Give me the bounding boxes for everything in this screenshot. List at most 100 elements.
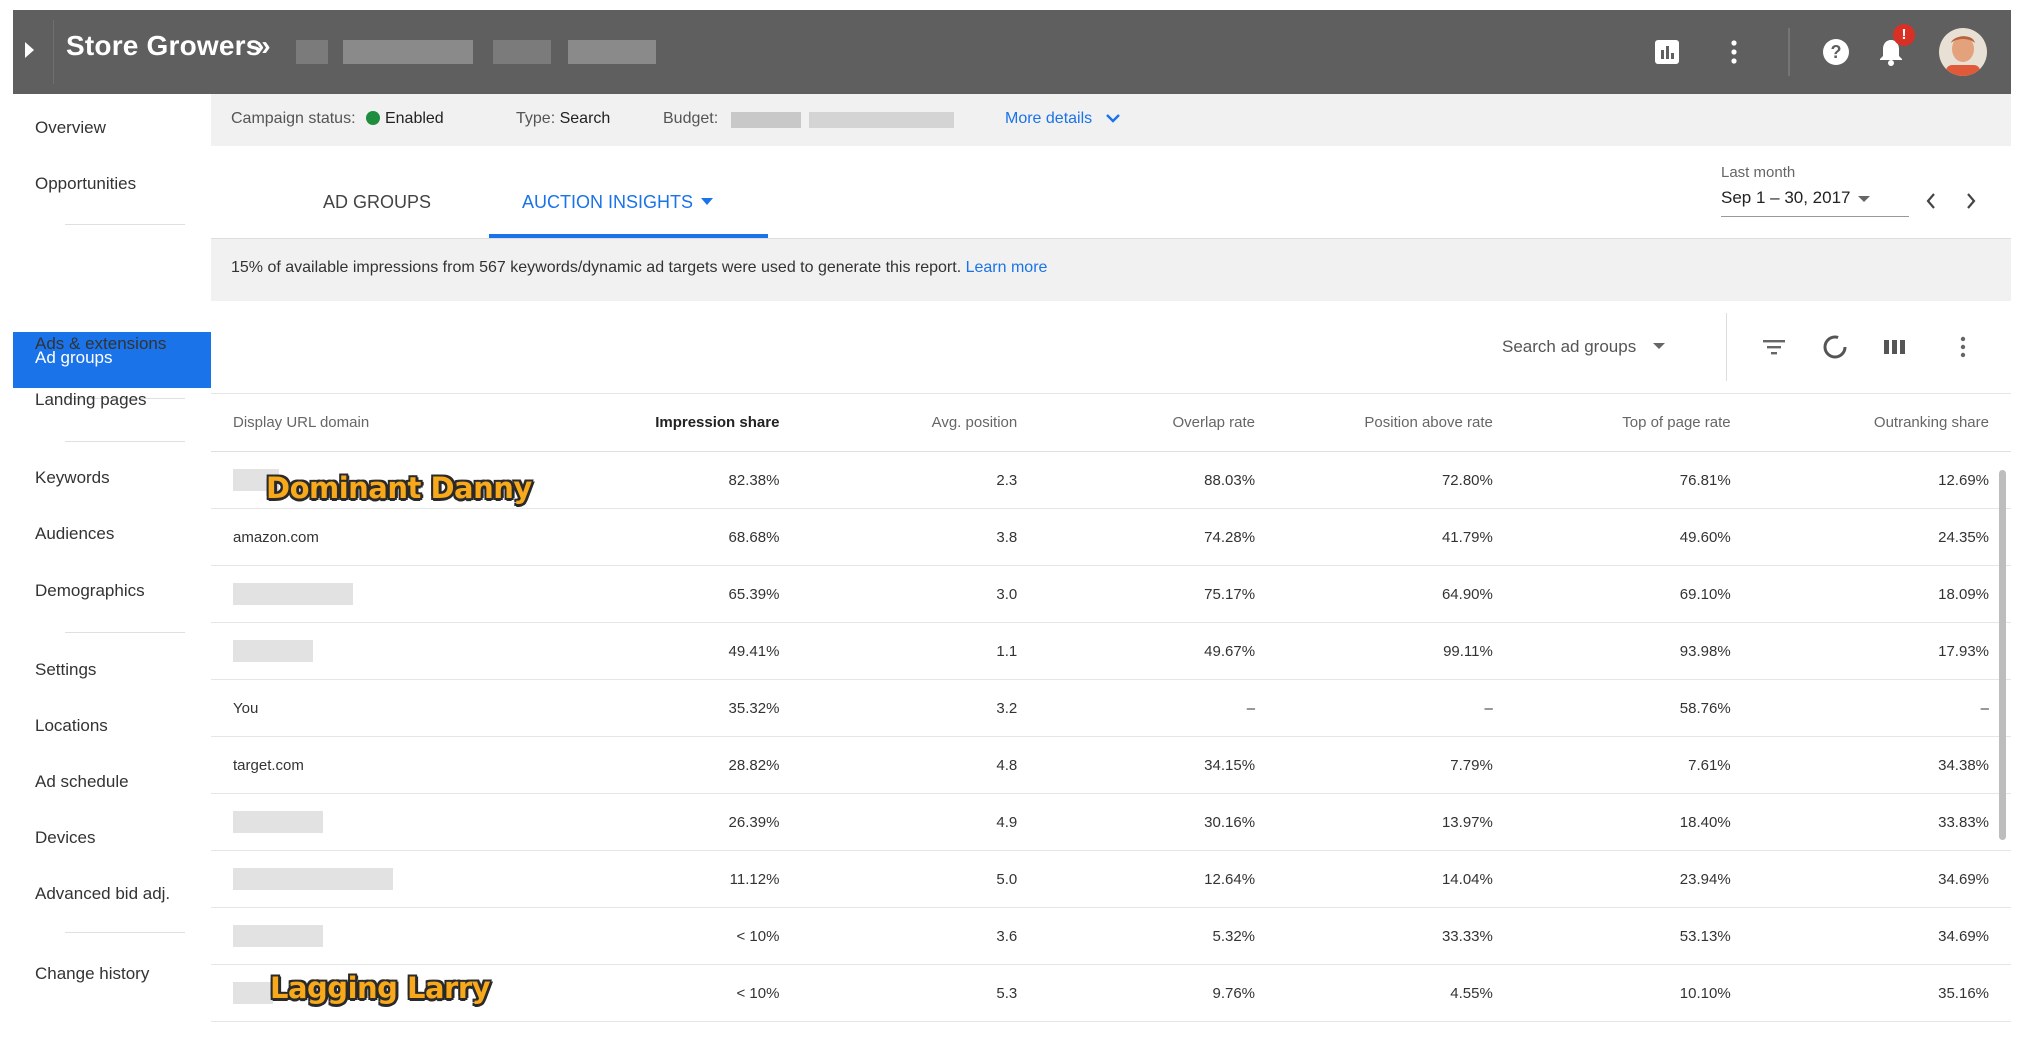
cell-impression-share: 35.32% (594, 679, 802, 737)
redacted-domain (233, 868, 393, 890)
cell-impression-share: 28.82% (594, 736, 802, 794)
column-header-impression-share[interactable]: Impression share (594, 393, 802, 452)
domain-label: You (233, 699, 259, 717)
redacted-breadcrumb (343, 40, 473, 64)
cell-avg-position: 1.1 (801, 622, 1040, 680)
sidebar-items-lower: Ads & extensions Landing pages Keywords … (13, 94, 211, 1041)
cell-overlap-rate: 12.64% (1039, 850, 1278, 908)
segment-icon[interactable] (1821, 333, 1849, 361)
breadcrumb-separator: » (255, 30, 271, 61)
column-header-top-of-page-rate[interactable]: Top of page rate (1514, 393, 1753, 452)
column-header-avg-position[interactable]: Avg. position (801, 393, 1040, 452)
table-row: target.com 28.82% 4.8 34.15% 7.79% 7.61% 34.38… (211, 736, 2011, 794)
filter-icon[interactable] (1760, 333, 1788, 361)
campaign-status-label: Campaign status: (231, 110, 356, 127)
column-header-position-above-rate[interactable]: Position above rate (1277, 393, 1515, 452)
cell-overlap-rate: – (1039, 679, 1278, 737)
sidebar-item-keywords[interactable]: Keywords (35, 468, 110, 488)
date-range-underline (1721, 216, 1909, 217)
cell-top-of-page-rate: 18.40% (1514, 793, 1753, 851)
more-details-label: More details (1005, 110, 1093, 127)
cell-outranking-share: 18.09% (1752, 565, 2011, 623)
redacted-budget (731, 112, 801, 128)
chevron-left-icon[interactable] (1923, 190, 1939, 212)
sidebar-item-devices[interactable]: Devices (35, 828, 95, 848)
learn-more-link[interactable]: Learn more (966, 259, 1048, 276)
cell-impression-share: 49.41% (594, 622, 802, 680)
cell-top-of-page-rate: 7.61% (1514, 736, 1753, 794)
more-vert-icon[interactable] (1718, 36, 1750, 68)
caret-down-icon (701, 198, 714, 205)
svg-text:?: ? (1831, 42, 1842, 62)
cell-avg-position: 4.8 (801, 736, 1040, 794)
cell-impression-share: 82.38% (594, 451, 802, 509)
budget-label: Budget: (663, 110, 719, 127)
chevron-right-icon[interactable] (1963, 190, 1979, 212)
reports-icon[interactable] (1651, 36, 1683, 68)
sidebar-item-settings[interactable]: Settings (35, 660, 96, 680)
active-tab-indicator (489, 234, 768, 238)
sidebar-item-advanced-bid-adj[interactable]: Advanced bid adj. (35, 884, 170, 904)
expand-menu-icon[interactable] (25, 42, 34, 58)
main-content: Campaign status: Enabled Type: Search Bu… (211, 94, 2011, 1041)
sidebar-divider (65, 932, 185, 933)
campaign-type-value: Search (559, 110, 611, 127)
sidebar-item-change-history[interactable]: Change history (35, 964, 149, 984)
cell-overlap-rate: 74.28% (1039, 508, 1278, 566)
columns-icon[interactable] (1881, 333, 1909, 361)
redacted-budget (809, 112, 954, 128)
column-header-overlap-rate[interactable]: Overlap rate (1039, 393, 1278, 452)
sidebar-divider (65, 441, 185, 442)
cell-display-url (211, 793, 595, 851)
cell-top-of-page-rate: 23.94% (1514, 850, 1753, 908)
cell-impression-share: < 10% (594, 964, 802, 1022)
report-notice: 15% of available impressions from 567 ke… (211, 239, 2011, 301)
table-header-row: Display URL domain Impression share Avg.… (211, 393, 2011, 452)
date-range-value[interactable]: Sep 1 – 30, 2017 (1721, 188, 1851, 208)
tab-auction-insights-label: AUCTION INSIGHTS (522, 192, 694, 212)
cell-position-above-rate: 64.90% (1277, 565, 1515, 623)
search-ad-groups-dropdown[interactable]: Search ad groups (1502, 337, 1665, 357)
sidebar-item-landing-pages[interactable]: Landing pages (35, 390, 147, 410)
topbar-divider (53, 20, 54, 84)
auction-insights-card: Search ad groups Display URL domain Impr… (211, 301, 2011, 1041)
date-dropdown-caret-icon[interactable] (1858, 196, 1870, 202)
campaign-type-label: Type: (516, 110, 556, 127)
account-name[interactable]: Store Growers (66, 30, 262, 62)
column-header-display-url[interactable]: Display URL domain (211, 393, 595, 452)
cell-avg-position: 3.2 (801, 679, 1040, 737)
cell-overlap-rate: 5.32% (1039, 907, 1278, 965)
avatar[interactable] (1938, 27, 1988, 77)
tab-ad-groups[interactable]: AD GROUPS (323, 192, 431, 213)
redacted-breadcrumb (493, 40, 551, 64)
sidebar-item-ads-extensions[interactable]: Ads & extensions (35, 334, 166, 354)
cell-impression-share: < 10% (594, 907, 802, 965)
redacted-domain (233, 583, 353, 605)
enabled-status-icon (365, 111, 380, 125)
sidebar-item-audiences[interactable]: Audiences (35, 524, 114, 544)
more-vert-icon[interactable] (1949, 333, 1977, 361)
date-range-label: Last month (1721, 164, 1796, 181)
help-icon[interactable]: ? (1820, 36, 1852, 68)
cell-top-of-page-rate: 69.10% (1514, 565, 1753, 623)
cell-top-of-page-rate: 76.81% (1514, 451, 1753, 509)
cell-position-above-rate: 41.79% (1277, 508, 1515, 566)
sidebar-item-ad-schedule[interactable]: Ad schedule (35, 772, 129, 792)
topbar-separator (1788, 28, 1790, 76)
table-row: 11.12% 5.0 12.64% 14.04% 23.94% 34.69% (211, 850, 2011, 908)
cell-display-url (211, 622, 595, 680)
cell-outranking-share: 35.16% (1752, 964, 2011, 1022)
sidebar-item-locations[interactable]: Locations (35, 716, 108, 736)
column-header-outranking-share[interactable]: Outranking share (1752, 393, 2011, 452)
more-details-link[interactable]: More details (1005, 110, 1121, 128)
redacted-domain (233, 982, 273, 1004)
cell-position-above-rate: 14.04% (1277, 850, 1515, 908)
cell-avg-position: 3.6 (801, 907, 1040, 965)
sidebar-item-demographics[interactable]: Demographics (35, 581, 145, 601)
vertical-scrollbar[interactable] (1999, 470, 2006, 840)
cell-impression-share: 68.68% (594, 508, 802, 566)
tab-auction-insights[interactable]: AUCTION INSIGHTS (522, 192, 714, 213)
cell-position-above-rate: 13.97% (1277, 793, 1515, 851)
table-row: < 10% 3.6 5.32% 33.33% 53.13% 34.69% (211, 907, 2011, 965)
cell-avg-position: 3.0 (801, 565, 1040, 623)
